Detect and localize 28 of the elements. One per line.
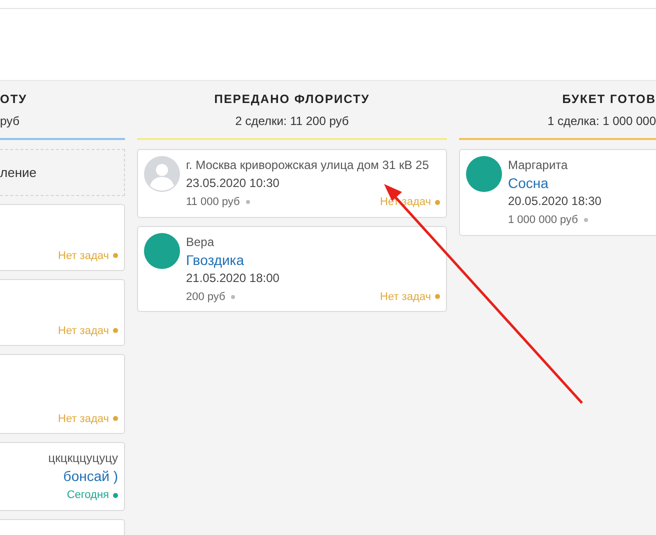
deal-date: 20.05.2020 18:30 — [508, 193, 602, 210]
deal-amount: 1 000 000 руб — [508, 213, 578, 228]
tasks-status: Нет задач — [58, 324, 109, 338]
contact-name: цкцкццуцуцу — [48, 450, 118, 467]
tasks-status: Нет задач — [58, 412, 109, 426]
tasks-status: Сегодня — [66, 488, 109, 503]
deal-name-link[interactable]: бонсай ) — [63, 467, 118, 485]
column-title: ПЕРЕДАНО ФЛОРИСТУ — [214, 90, 370, 108]
contact-name: Маргарита — [508, 157, 569, 174]
deal-amount: 200 руб — [186, 290, 226, 304]
column-summary: 1 сделка: 1 000 000 — [547, 112, 656, 130]
contact-name: г. Москва криворожская улица дом 31 кВ 25 — [186, 157, 430, 174]
deal-card[interactable]: цкцкццуцуцу бонсай ) Сегодня — [0, 442, 125, 510]
column-title: БУКЕТ ГОТОВ — [562, 90, 656, 108]
add-deal-area[interactable]: ление — [0, 149, 125, 196]
deal-name-link[interactable]: Сосна — [508, 174, 650, 192]
column-title: ОТУ — [0, 90, 28, 108]
column-summary: руб — [0, 112, 20, 130]
deal-amount: 11 000 руб — [186, 195, 240, 210]
deal-card[interactable]: Вера Гвоздика 21.05.2020 18:00 200 руб Нет задач — [137, 226, 447, 312]
tasks-status: Нет задач — [58, 248, 109, 264]
deal-date: 21.05.2020 18:00 — [186, 270, 280, 286]
deal-name-link[interactable]: Гвоздика — [186, 250, 440, 268]
tasks-status: Нет задач — [380, 290, 431, 304]
deal-date: 23.05.2020 10:30 — [186, 175, 280, 192]
deal-card[interactable]: Маргарита Сосна 20.05.2020 18:30 1 000 000 руб — [459, 149, 656, 236]
contact-name: Вера — [186, 234, 216, 250]
column-summary: 2 сделки: 11 200 руб — [235, 112, 349, 130]
